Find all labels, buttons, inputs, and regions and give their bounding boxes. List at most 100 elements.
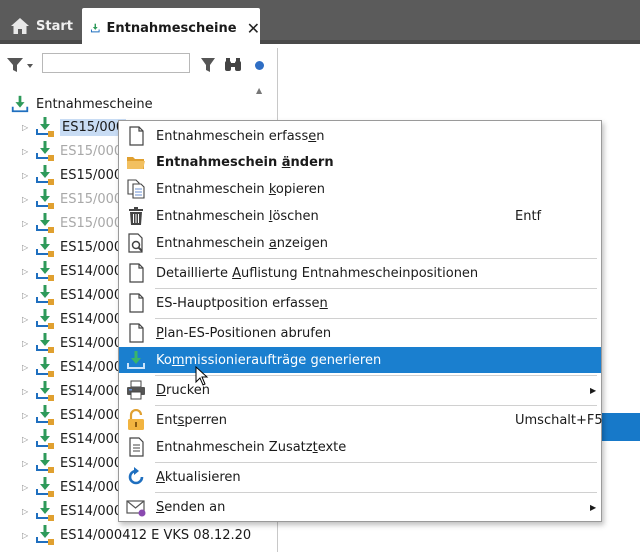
tree-item-label: ES14/000 (60, 431, 123, 447)
menu-item-erfassen[interactable]: Entnahmeschein erfassen (119, 123, 601, 149)
expand-arrow-icon[interactable]: ▷ (22, 411, 32, 420)
menu-item-entsperren[interactable]: Entsperren Umschalt+F5 (119, 407, 603, 433)
tree-item[interactable]: ▷ ES14/000 (22, 428, 122, 450)
menu-item-aendern[interactable]: Entnahmeschein ändern (119, 149, 601, 175)
scroll-up-arrow-icon[interactable]: ▲ (256, 86, 262, 95)
tab-start-label: Start (36, 18, 73, 34)
expand-arrow-icon[interactable]: ▷ (22, 147, 32, 156)
tree-item[interactable]: ▷ ES14/000 (22, 500, 122, 522)
expand-arrow-icon[interactable]: ▷ (22, 219, 32, 228)
expand-arrow-icon[interactable]: ▷ (22, 315, 32, 324)
document-download-icon (36, 477, 54, 497)
tab-entnahmescheine[interactable]: Entnahmescheine ✕ (82, 8, 260, 48)
document-download-icon (36, 525, 54, 545)
tree-item[interactable]: ▷ ES15/000 (22, 236, 122, 258)
tree-item[interactable]: ▷ ES14/000 (22, 380, 122, 402)
expand-arrow-icon[interactable]: ▷ (22, 243, 32, 252)
tree-item[interactable]: ▷ ES14/000 (22, 452, 122, 474)
menu-item-anzeigen[interactable]: Entnahmeschein anzeigen (119, 230, 601, 256)
tree-item[interactable]: ▷ ES15/000 (22, 164, 122, 186)
expand-arrow-icon[interactable]: ▷ (22, 483, 32, 492)
tree-item[interactable]: ▷ ES15/000 (22, 188, 122, 210)
tree-item[interactable]: ▷ ES14/000 (22, 332, 122, 354)
menu-item-plan-es[interactable]: Plan-ES-Positionen abrufen (119, 320, 601, 346)
tree-item[interactable]: ▷ ES14/000412 E VKS 08.12.20 (22, 524, 251, 546)
tree-root[interactable]: Entnahmescheine (10, 94, 153, 114)
document-download-icon (36, 453, 54, 473)
context-menu: Entnahmeschein erfassen Entnahmeschein ä… (118, 120, 603, 522)
document-download-icon (36, 309, 54, 329)
expand-arrow-icon[interactable]: ▷ (22, 267, 32, 276)
funnel-icon[interactable] (6, 57, 36, 73)
tree-item-label: ES15/000 (60, 118, 127, 136)
expand-arrow-icon[interactable]: ▷ (22, 507, 32, 516)
document-download-icon (36, 357, 54, 377)
binoculars-icon[interactable] (224, 57, 242, 73)
menu-item-kopieren[interactable]: Entnahmeschein kopieren (119, 176, 601, 202)
tab-active-label: Entnahmescheine (106, 20, 237, 36)
close-icon[interactable]: ✕ (247, 19, 260, 38)
menu-item-loeschen[interactable]: Entnahmeschein löschen Entf (119, 203, 601, 229)
menu-separator (155, 288, 597, 289)
tree-root-label: Entnahmescheine (36, 96, 153, 112)
shortcut-label: Entf (515, 208, 542, 224)
document-text-icon (129, 437, 144, 457)
document-download-icon (36, 141, 54, 161)
trash-icon (129, 207, 143, 225)
menu-separator (155, 318, 597, 319)
tree-item[interactable]: ▷ ES14/000 (22, 308, 122, 330)
filter-input[interactable] (42, 53, 190, 73)
tree-item[interactable]: ▷ ES15/000 (22, 212, 122, 234)
menu-item-zusatztexte[interactable]: Entnahmeschein Zusatztexte (119, 434, 601, 460)
expand-arrow-icon[interactable]: ▷ (22, 459, 32, 468)
expand-arrow-icon[interactable]: ▷ (22, 435, 32, 444)
tree-item[interactable]: ▷ ES15/000 (22, 140, 122, 162)
unlock-icon (128, 409, 144, 430)
tab-start[interactable]: Start (0, 8, 80, 44)
tree-item[interactable]: ▷ ES14/000 (22, 284, 122, 306)
tree-toolbar (0, 48, 278, 80)
menu-item-kommissionierauftraege[interactable]: Kommissionieraufträge generieren (119, 347, 601, 373)
document-download-icon (36, 261, 54, 281)
expand-arrow-icon[interactable]: ▷ (22, 291, 32, 300)
download-arrow-icon (127, 351, 145, 369)
document-download-icon (36, 429, 54, 449)
status-dot[interactable] (255, 61, 264, 70)
tree-item-label: ES14/000 (60, 311, 123, 327)
tree-item-label: ES15/000 (60, 143, 123, 159)
expand-arrow-icon[interactable]: ▷ (22, 363, 32, 372)
menu-item-hauptposition[interactable]: ES-Hauptposition erfassen (119, 290, 601, 316)
tree-item-label: ES14/000 (60, 287, 123, 303)
document-icon (129, 323, 144, 343)
expand-arrow-icon[interactable]: ▷ (22, 531, 32, 540)
menu-item-aktualisieren[interactable]: Aktualisieren (119, 464, 601, 490)
menu-item-senden-an[interactable]: Senden an ▶ (119, 494, 601, 520)
tree-item[interactable]: ▷ ES14/000 (22, 356, 122, 378)
tree-item[interactable]: ▷ ES14/000 (22, 260, 122, 282)
tree-item-label: ES14/000 (60, 503, 123, 519)
document-icon (129, 293, 144, 313)
expand-arrow-icon[interactable]: ▷ (22, 387, 32, 396)
tree-item-label: ES14/000 (60, 263, 123, 279)
document-icon (129, 263, 144, 283)
expand-arrow-icon[interactable]: ▷ (22, 195, 32, 204)
tree-item-label: ES15/000 (60, 167, 123, 183)
expand-arrow-icon[interactable]: ▷ (22, 123, 32, 132)
tree-item-label: ES14/000 (60, 455, 123, 471)
menu-separator (155, 375, 597, 376)
tree-item[interactable]: ▷ ES14/000 (22, 404, 122, 426)
document-download-icon (36, 213, 54, 233)
document-download-icon (36, 405, 54, 425)
submenu-arrow-icon: ▶ (590, 385, 597, 395)
expand-arrow-icon[interactable]: ▷ (22, 171, 32, 180)
tree-item[interactable]: ▷ ES15/000 (22, 116, 127, 138)
expand-arrow-icon[interactable]: ▷ (22, 339, 32, 348)
funnel-icon[interactable] (200, 57, 216, 73)
refresh-icon (128, 467, 144, 485)
menu-item-drucken[interactable]: Drucken ▶ (119, 377, 601, 403)
shortcut-label: Umschalt+F5 (515, 412, 603, 428)
mail-icon (126, 500, 146, 517)
menu-item-auflistung[interactable]: Detaillierte Auflistung Entnahmescheinpo… (119, 260, 601, 286)
submenu-arrow-icon: ▶ (590, 502, 597, 512)
tree-item[interactable]: ▷ ES14/000 (22, 476, 122, 498)
